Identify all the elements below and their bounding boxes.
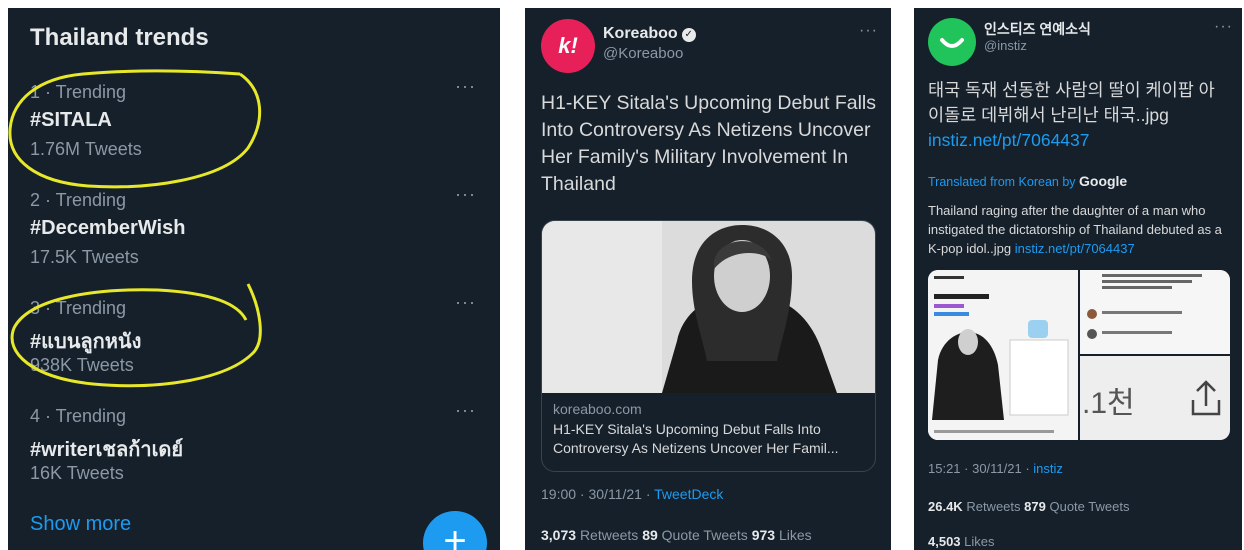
koreaboo-avatar[interactable]: k!: [541, 19, 595, 73]
compose-tweet-button[interactable]: +: [423, 511, 487, 550]
trend-hashtag: #แบนลูกหนัง: [30, 331, 142, 353]
tweet-timestamp: 15:21 · 30/11/21 · instiz: [928, 461, 1063, 476]
account-handle[interactable]: @Koreaboo: [603, 45, 683, 62]
trend-tweet-count: 16K Tweets: [30, 463, 124, 483]
trend-item-1[interactable]: 1 · Trending #SITALA 1.76M Tweets ···: [30, 76, 490, 182]
tweet-text-translated: Thailand raging after the daughter of a …: [928, 201, 1233, 258]
tweet-timestamp: 19:00 · 30/11/21 · TweetDeck: [541, 486, 723, 502]
korean-text: 태국 독재 선동한 사람의 딸이 케이팝 아이돌로 데뷔해서 난리난 태국..j…: [928, 80, 1215, 125]
quote-label: Quote Tweets: [661, 527, 748, 543]
trend-item-2[interactable]: 2 · Trending #DecemberWish 17.5K Tweets …: [30, 184, 490, 290]
translation-prefix: Translated from Korean by: [928, 175, 1079, 189]
trend-rank: 2 · Trending: [30, 190, 127, 210]
account-name-text: Koreaboo: [603, 25, 678, 42]
share-icon[interactable]: [1190, 378, 1222, 418]
more-options-icon[interactable]: ···: [859, 22, 878, 40]
tweet-link[interactable]: instiz.net/pt/7064437: [928, 130, 1090, 150]
more-options-icon[interactable]: ···: [455, 400, 476, 421]
like-count[interactable]: 973: [752, 527, 775, 543]
card-image: [542, 221, 875, 393]
trend-tweet-count: 1.76M Tweets: [30, 139, 142, 159]
tweet-stats: 3,073 Retweets 89 Quote Tweets 973 Likes: [541, 527, 812, 543]
timestamp-text: 19:00 · 30/11/21 ·: [541, 486, 655, 502]
like-label: Likes: [964, 534, 995, 549]
portrait-photo: [542, 221, 875, 393]
trend-rank: 4 · Trending: [30, 406, 127, 426]
trend-hashtag: #SITALA: [30, 109, 112, 131]
trends-title: Thailand trends: [30, 24, 209, 51]
trend-item-3[interactable]: 3 · Trending #แบนลูกหนัง 938K Tweets ···: [30, 292, 490, 398]
more-options-icon[interactable]: ···: [1214, 18, 1233, 36]
tweet-media-grid[interactable]: .1천: [928, 270, 1230, 440]
timestamp-text: 15:21 · 30/11/21 ·: [928, 461, 1034, 476]
account-name[interactable]: Koreaboo ✓: [603, 25, 696, 43]
trend-hashtag: #DecemberWish: [30, 217, 186, 239]
more-options-icon[interactable]: ···: [455, 76, 476, 97]
tweet-text: H1-KEY Sitala's Upcoming Debut Falls Int…: [541, 92, 877, 195]
tweet-source-link[interactable]: instiz: [1033, 461, 1063, 476]
translation-attribution[interactable]: Translated from Korean by Google: [928, 173, 1127, 189]
trend-tweet-count: 17.5K Tweets: [30, 247, 139, 267]
card-domain: koreaboo.com: [553, 401, 642, 417]
tweet-likes: 4,503 Likes: [928, 534, 995, 549]
card-title: H1-KEY Sitala's Upcoming Debut Falls Int…: [553, 421, 839, 456]
tweet-stats: 26.4K Retweets 879 Quote Tweets: [928, 499, 1129, 514]
verified-badge-icon: ✓: [681, 28, 696, 42]
link-preview-card[interactable]: koreaboo.com H1-KEY Sitala's Upcoming De…: [541, 220, 876, 472]
trend-hashtag: #writerเชลก้าเดย์: [30, 439, 184, 461]
media-overlay-text: .1천: [1082, 387, 1135, 420]
show-more-link[interactable]: Show more: [30, 513, 131, 536]
media-image-2[interactable]: [1080, 270, 1230, 354]
account-handle[interactable]: @instiz: [984, 38, 1027, 53]
trend-rank: 3 · Trending: [30, 298, 127, 318]
more-options-icon[interactable]: ···: [455, 184, 476, 205]
trends-panel: Thailand trends 1 · Trending #SITALA 1.7…: [8, 8, 500, 550]
like-label: Likes: [778, 527, 812, 543]
retweet-label: Retweets: [966, 499, 1021, 514]
tweet-source-link[interactable]: TweetDeck: [654, 486, 723, 502]
avatar-letter: k!: [558, 33, 578, 58]
tweet-text-korean: 태국 독재 선동한 사람의 딸이 케이팝 아이돌로 데뷔해서 난리난 태국..j…: [928, 78, 1228, 153]
quote-label: Quote Tweets: [1049, 499, 1130, 514]
translated-link[interactable]: instiz.net/pt/7064437: [1015, 241, 1135, 256]
trend-item-4[interactable]: 4 · Trending #writerเชลก้าเดย์ 16K Tweet…: [30, 400, 490, 506]
retweet-count[interactable]: 3,073: [541, 527, 576, 543]
retweet-count[interactable]: 26.4K: [928, 499, 963, 514]
like-count[interactable]: 4,503: [928, 534, 961, 549]
screenshot-image: [928, 270, 1078, 440]
koreaboo-tweet[interactable]: k! Koreaboo ✓ @Koreaboo ··· H1-KEY Sitala…: [525, 8, 891, 550]
instiz-tweet[interactable]: 인스티즈 연예소식 @instiz ··· 태국 독재 선동한 사람의 딸이 케…: [914, 8, 1242, 550]
trend-rank: 1 · Trending: [30, 82, 127, 102]
instiz-avatar[interactable]: [928, 18, 976, 66]
more-options-icon[interactable]: ···: [455, 292, 476, 313]
account-name[interactable]: 인스티즈 연예소식: [984, 19, 1091, 39]
smile-logo-icon: [940, 38, 964, 48]
quote-count[interactable]: 89: [642, 527, 658, 543]
quote-count[interactable]: 879: [1024, 499, 1046, 514]
media-image-3[interactable]: .1천: [1080, 356, 1230, 440]
trend-tweet-count: 938K Tweets: [30, 355, 134, 375]
screenshot-image: [1080, 270, 1230, 354]
retweet-label: Retweets: [579, 527, 639, 543]
media-image-1[interactable]: [928, 270, 1078, 440]
google-brand: Google: [1079, 173, 1128, 189]
